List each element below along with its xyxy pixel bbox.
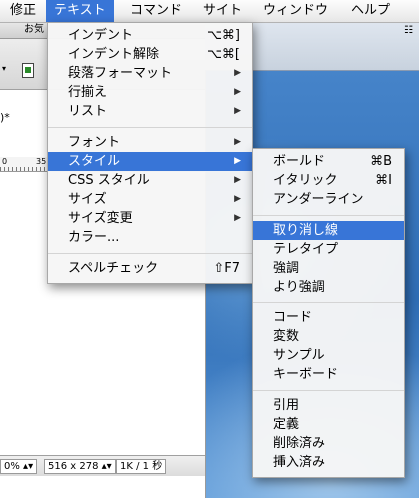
menu-item-outdent[interactable]: インデント解除 ⌥⌘[ [48, 45, 252, 64]
menu-item-definition[interactable]: 定義 [253, 415, 404, 434]
text-menu: インデント ⌥⌘] インデント解除 ⌥⌘[ 段落フォーマット ▶ 行揃え ▶ リスト ▶ … [47, 22, 253, 284]
menu-item-strong[interactable]: より強調 [253, 278, 404, 297]
menu-separator [253, 302, 404, 303]
panel-options-icon[interactable]: ☷ [404, 25, 413, 36]
menu-item-deleted[interactable]: 削除済み [253, 434, 404, 453]
menu-item-bold[interactable]: ボールド ⌘B [253, 152, 404, 171]
menu-help[interactable]: ヘルプ [345, 0, 396, 22]
menu-item-italic[interactable]: イタリック ⌘I [253, 171, 404, 190]
menu-item-style[interactable]: スタイル ▶ [48, 152, 252, 171]
menu-item-emphasis[interactable]: 強調 [253, 259, 404, 278]
dropdown-arrow-icon[interactable]: ▾ [2, 64, 6, 73]
menu-text[interactable]: テキスト [46, 0, 114, 22]
download-speed: 1K / 1 秒 [116, 459, 167, 474]
menu-item-indent[interactable]: インデント ⌥⌘] [48, 26, 252, 45]
menu-item-list[interactable]: リスト ▶ [48, 102, 252, 121]
menu-item-citation[interactable]: 引用 [253, 396, 404, 415]
menu-modify[interactable]: 修正 [4, 0, 42, 22]
document-icon[interactable] [22, 63, 34, 78]
menu-item-code[interactable]: コード [253, 308, 404, 327]
menu-item-strikethrough[interactable]: 取り消し線 [253, 221, 404, 240]
menu-separator [253, 215, 404, 216]
menu-item-keyboard[interactable]: キーボード [253, 365, 404, 384]
menu-separator [48, 253, 252, 254]
menu-item-inserted[interactable]: 挿入済み [253, 453, 404, 472]
submenu-arrow-icon: ▶ [234, 156, 241, 166]
style-submenu: ボールド ⌘B イタリック ⌘I アンダーライン 取り消し線 テレタイプ 強調 より… [252, 148, 405, 478]
menu-site[interactable]: サイト [197, 0, 248, 22]
zoom-select[interactable]: 0% ▴▾ [0, 459, 38, 474]
submenu-arrow-icon: ▶ [234, 87, 241, 97]
menu-item-paragraph-format[interactable]: 段落フォーマット ▶ [48, 64, 252, 83]
menu-item-sample[interactable]: サンプル [253, 346, 404, 365]
menu-commands[interactable]: コマンド [124, 0, 188, 22]
status-bar: 0% ▴▾ 516 x 278 ▴▾ 1K / 1 秒 [0, 455, 205, 476]
document-title: )* [0, 111, 10, 124]
menu-item-size-change[interactable]: サイズ変更 ▶ [48, 209, 252, 228]
menu-item-font[interactable]: フォント ▶ [48, 133, 252, 152]
document-tab[interactable]: お気 [24, 22, 44, 38]
menu-separator [253, 390, 404, 391]
submenu-arrow-icon: ▶ [234, 137, 241, 147]
submenu-arrow-icon: ▶ [234, 175, 241, 185]
menu-item-color[interactable]: カラー... [48, 228, 252, 247]
menu-item-underline[interactable]: アンダーライン [253, 190, 404, 209]
menu-item-spell-check[interactable]: スペルチェック ⇧F7 [48, 259, 252, 278]
submenu-arrow-icon: ▶ [234, 68, 241, 78]
menu-bar: 修正 テキスト コマンド サイト ウィンドウ ヘルプ [0, 0, 419, 23]
menu-item-align[interactable]: 行揃え ▶ [48, 83, 252, 102]
menu-item-size[interactable]: サイズ ▶ [48, 190, 252, 209]
menu-item-css-style[interactable]: CSS スタイル ▶ [48, 171, 252, 190]
menu-item-teletype[interactable]: テレタイプ [253, 240, 404, 259]
submenu-arrow-icon: ▶ [234, 106, 241, 116]
window-size-select[interactable]: 516 x 278 ▴▾ [44, 459, 116, 474]
ruler-label: 35 [36, 157, 47, 166]
submenu-arrow-icon: ▶ [234, 194, 241, 204]
submenu-arrow-icon: ▶ [234, 213, 241, 223]
menu-window[interactable]: ウィンドウ [257, 0, 334, 22]
menu-item-variable[interactable]: 変数 [253, 327, 404, 346]
menu-separator [48, 127, 252, 128]
